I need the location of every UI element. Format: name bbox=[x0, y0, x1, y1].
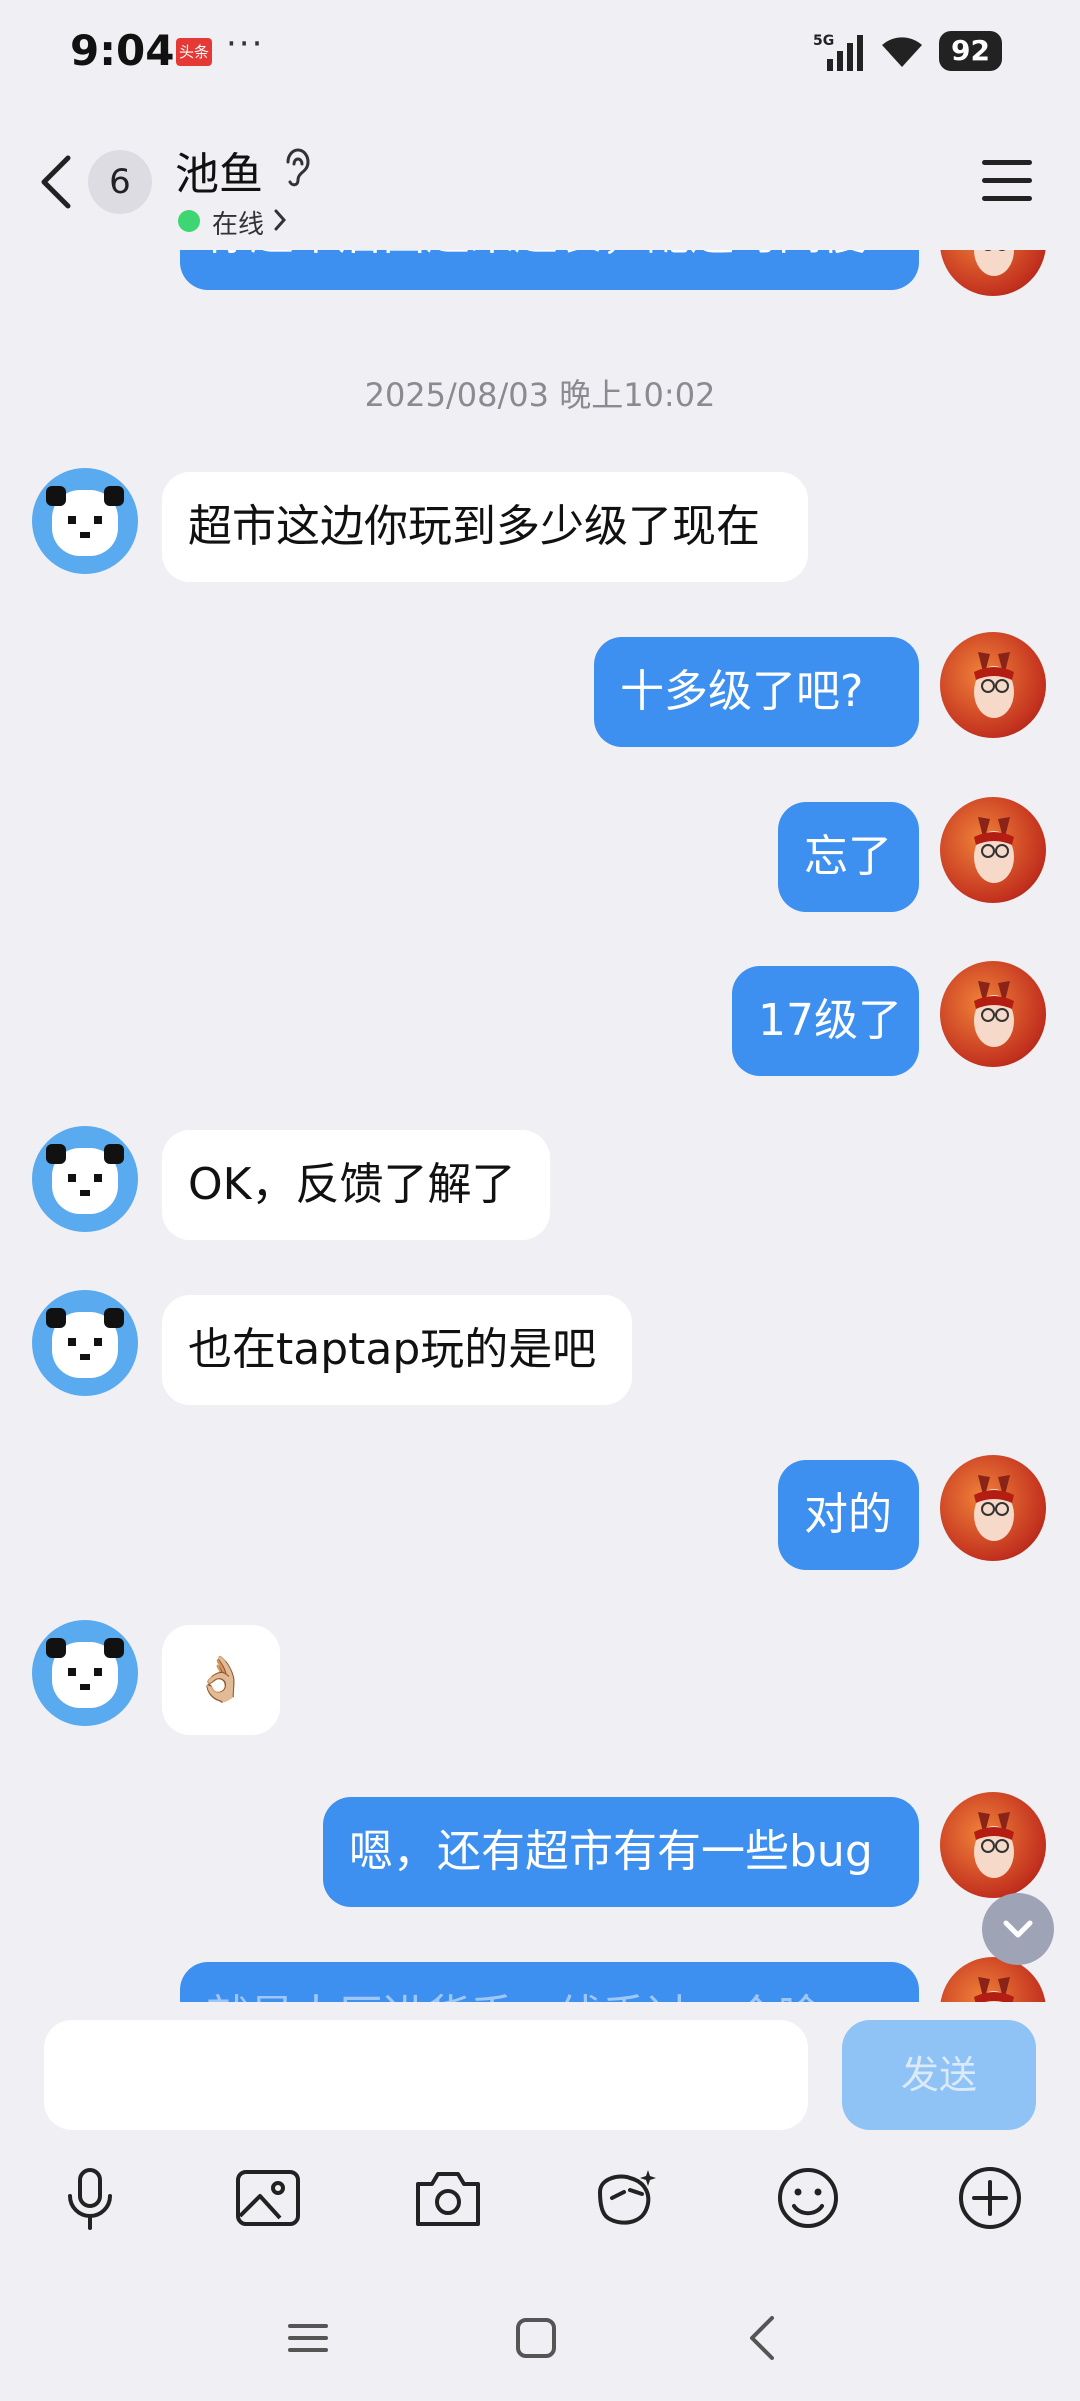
message-timestamp: 2025/08/03 晚上10:02 bbox=[364, 376, 716, 414]
battery-indicator: 92 bbox=[939, 31, 1002, 71]
user-avatar[interactable] bbox=[940, 1455, 1046, 1561]
contact-avatar[interactable] bbox=[32, 468, 138, 574]
status-time: 9:04 bbox=[70, 26, 175, 75]
contact-name[interactable]: 池鱼 bbox=[175, 138, 263, 202]
user-avatar[interactable] bbox=[940, 1792, 1046, 1898]
microphone-icon[interactable] bbox=[54, 2162, 126, 2234]
composer-toolbar bbox=[0, 2162, 1080, 2242]
message-bubble[interactable]: 就是大厅进货手一线手过一个啥 bbox=[180, 1962, 919, 2002]
contact-avatar[interactable] bbox=[32, 1290, 138, 1396]
chevron-down-icon bbox=[1003, 1920, 1033, 1938]
svg-text:5G: 5G bbox=[813, 33, 834, 49]
plus-icon[interactable] bbox=[954, 2162, 1026, 2234]
message-bubble[interactable]: OK，反馈了解了 bbox=[162, 1130, 550, 1240]
message-input[interactable] bbox=[44, 2020, 808, 2130]
contact-avatar[interactable] bbox=[32, 1620, 138, 1726]
message-bubble[interactable]: 超市这边你玩到多少级了现在 bbox=[162, 472, 808, 582]
send-button[interactable]: 发送 bbox=[842, 2020, 1036, 2130]
message-list[interactable]: 你超市后面越来越长，配送时间慢 2025/08/03 晚上10:02 超市这边你… bbox=[0, 250, 1080, 2002]
composer: 发送 bbox=[0, 2002, 1080, 2272]
online-status-label[interactable]: 在线 bbox=[212, 204, 264, 241]
camera-icon[interactable] bbox=[412, 2162, 484, 2234]
online-status-dot bbox=[178, 210, 200, 232]
more-notifications-icon: ··· bbox=[226, 24, 265, 64]
user-avatar[interactable] bbox=[940, 797, 1046, 903]
emoji-message-bubble[interactable]: 👌🏼 bbox=[162, 1625, 280, 1735]
menu-icon[interactable] bbox=[982, 160, 1032, 204]
contact-avatar[interactable] bbox=[32, 1126, 138, 1232]
message-bubble[interactable]: 嗯，还有超市有有一些bug bbox=[323, 1797, 919, 1907]
system-navigation-bar bbox=[0, 2272, 1080, 2401]
message-bubble[interactable]: 17级了 bbox=[732, 966, 919, 1076]
ai-assistant-icon[interactable] bbox=[590, 2162, 662, 2234]
wifi-icon bbox=[882, 37, 923, 67]
image-icon[interactable] bbox=[232, 2162, 304, 2234]
message-bubble[interactable]: 你超市后面越来越长，配送时间慢 bbox=[180, 250, 919, 290]
message-bubble[interactable]: 也在taptap玩的是吧 bbox=[162, 1295, 632, 1405]
user-avatar[interactable] bbox=[940, 250, 1046, 296]
back-chevron-icon[interactable] bbox=[36, 152, 76, 212]
message-bubble[interactable]: 忘了 bbox=[778, 802, 919, 912]
unread-count-badge[interactable]: 6 bbox=[88, 150, 152, 214]
cellular-signal-icon: 5G bbox=[813, 33, 864, 71]
status-indicators: 5G 92 bbox=[813, 28, 1002, 74]
back-icon[interactable] bbox=[734, 2308, 794, 2368]
status-bar: 9:04 头条 ··· 5G 92 bbox=[0, 0, 1080, 100]
user-avatar[interactable] bbox=[940, 632, 1046, 738]
ear-icon[interactable] bbox=[280, 146, 316, 190]
chevron-right-icon[interactable] bbox=[272, 208, 288, 232]
scroll-to-bottom-button[interactable] bbox=[982, 1893, 1054, 1965]
message-bubble[interactable]: 十多级了吧? bbox=[594, 637, 919, 747]
message-bubble[interactable]: 对的 bbox=[778, 1460, 919, 1570]
news-app-icon: 头条 bbox=[176, 38, 212, 66]
chat-header: 6 池鱼 在线 bbox=[0, 100, 1080, 250]
recent-apps-icon[interactable] bbox=[278, 2308, 338, 2368]
user-avatar[interactable] bbox=[940, 961, 1046, 1067]
emoji-icon[interactable] bbox=[772, 2162, 844, 2234]
home-icon[interactable] bbox=[506, 2308, 566, 2368]
